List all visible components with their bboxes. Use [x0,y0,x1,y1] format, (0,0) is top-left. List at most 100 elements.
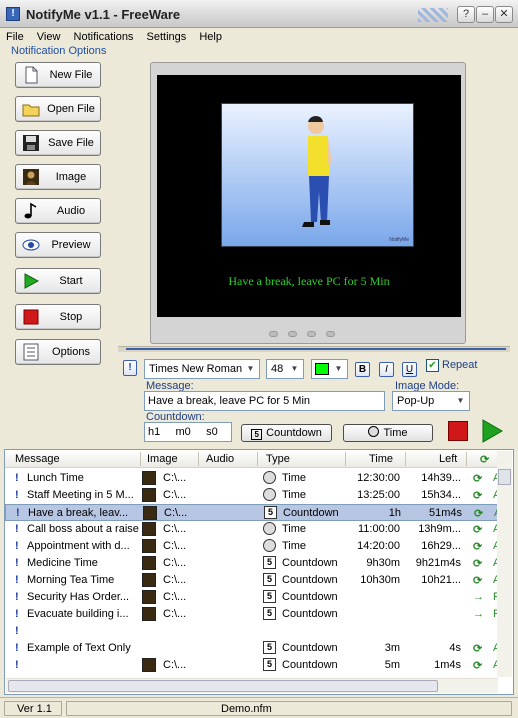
menu-file[interactable]: File [2,28,28,46]
cell-time: 5m [384,659,400,671]
cell-type: Countdown [282,591,338,603]
bang-icon: ! [15,472,19,484]
italic-button[interactable]: I [379,362,394,377]
help-window-button[interactable]: ? [457,6,475,23]
preview-button[interactable]: Preview [15,232,101,258]
menu-view[interactable]: View [33,28,65,46]
countdown-icon: 5 [263,556,276,569]
cell-image: C:\... [163,472,187,484]
chevron-down-icon: ▼ [334,364,343,373]
cell-message: Call boss about a raise [27,523,139,535]
countdown-input[interactable]: h1 m0 s0 [144,422,232,442]
table-row[interactable]: ! Have a break, leav... C:\... Countdown 1h 5… [5,504,501,521]
cell-time: 11:00:00 [357,523,400,535]
cell-message: Security Has Order... [27,591,130,603]
repeat-icon: ⟳ [473,473,483,485]
options-button[interactable]: Options [15,339,101,365]
header-message[interactable]: Message [15,453,60,465]
stop-button[interactable]: Stop [15,304,101,330]
open-file-button[interactable]: Open File [15,96,101,122]
header-audio[interactable]: Audio [206,453,234,465]
countdown-button[interactable]: 5 Countdown [241,424,332,442]
table-row[interactable]: !Example of Text OnlyCountdown3m4sA5⟳ [5,640,500,657]
table-row[interactable]: ! Staff Meeting in 5 M... C:\... Time 13:25:… [5,487,500,504]
header-time[interactable]: Time [369,453,393,465]
menu-settings[interactable]: Settings [143,28,191,46]
chevron-down-icon: ▼ [456,396,465,405]
countdown-icon: 5 [264,506,277,519]
vertical-scrollbar[interactable] [497,451,512,677]
stop-notification-button[interactable] [448,421,468,441]
status-file-panel: Demo.nfm [66,701,512,716]
open-file-label: Open File [47,103,95,115]
cell-left: 13h9m... [418,523,461,535]
sidebar: New File Open File Save File Image Audio… [5,57,115,444]
menu-help[interactable]: Help [195,28,226,46]
new-file-label: New File [49,69,93,81]
cell-message: Example of Text Only [27,642,131,654]
header-refresh-icon[interactable]: ⟳ [480,453,489,466]
header-image[interactable]: Image [147,453,178,465]
close-button[interactable]: ✕ [495,6,513,23]
status-version-panel: Ver 1.1 [4,701,62,716]
message-input[interactable]: Have a break, leave PC for 5 Min [144,391,385,411]
bang-icon: ! [15,625,19,637]
start-button[interactable]: Start [15,268,101,294]
image-button[interactable]: Image [15,164,101,190]
table-row[interactable]: ! [5,623,499,640]
cell-image: C:\... [163,489,187,501]
horizontal-scroll-thumb[interactable] [8,680,438,692]
splitter[interactable] [118,346,510,352]
audio-button[interactable]: Audio [15,198,101,224]
horizontal-scrollbar[interactable] [6,678,498,693]
image-mode-select[interactable]: Pop-Up ▼ [392,391,470,411]
repeat-checkbox[interactable]: ✔ [426,359,439,372]
cell-type: Time [282,472,307,484]
repeat-icon: ⟳ [473,575,483,587]
size-select[interactable]: 48 ▼ [266,359,304,379]
repeat-icon: ⟳ [473,643,483,655]
cell-image: C:\... [163,591,187,603]
save-file-button[interactable]: Save File [15,130,101,156]
repeat-label: Repeat [442,359,478,371]
table-row[interactable]: !Security Has Order...C:\...CountdownF5→ [5,589,500,606]
title-bar: ! NotifyMe v1.1 - FreeWare ? – ✕ [0,0,518,28]
play-notification-button[interactable] [480,419,504,443]
chevron-down-icon: ▼ [290,364,299,373]
cell-type: Countdown [282,642,338,654]
cell-message: Have a break, leav... [28,507,129,519]
underline-button[interactable]: U [402,362,417,377]
cell-type: Countdown [282,659,338,671]
notification-table: Message Image Audio Type Time Left ⟳ ! Lu… [4,449,514,695]
new-file-button[interactable]: New File [15,62,101,88]
preview-image: NotifyMe [221,103,414,247]
header-type[interactable]: Type [266,453,290,465]
repeat-icon: ⟳ [473,660,483,672]
table-row[interactable]: ! Morning Tea Time C:\... Countdown 10h30m 10… [5,572,500,589]
table-row[interactable]: ! Call boss about a raise C:\... Time 11:00:… [5,521,500,538]
cell-type: Countdown [282,608,338,620]
bold-button[interactable]: B [355,362,370,377]
color-select[interactable]: ▼ [311,359,348,379]
table-row[interactable]: ! Appointment with d... C:\... Time 14:20:00… [5,538,500,555]
play-icon [24,273,40,289]
image-thumbnail-icon [143,506,157,520]
time-button[interactable]: Time [343,424,433,442]
font-select[interactable]: Times New Roman ▼ [144,359,260,379]
preview-screen: NotifyMe Have a break, leave PC for 5 Mi… [157,75,461,317]
cell-left: 15h34... [421,489,461,501]
cell-message: Medicine Time [27,557,98,569]
header-left[interactable]: Left [439,453,457,465]
minimize-button[interactable]: – [476,6,494,23]
watermark-logo: NotifyMe [389,237,409,243]
preview-message: Have a break, leave PC for 5 Min [228,274,390,288]
table-row[interactable]: ! Medicine Time C:\... Countdown 9h30m 9h21m4… [5,555,500,572]
menu-notifications[interactable]: Notifications [70,28,138,46]
table-row[interactable]: !Lunch TimeC:\...Time12:30:0014h39...A⟳ [5,470,500,487]
vertical-scroll-thumb[interactable] [498,469,511,485]
size-value: 48 [271,363,284,375]
bang-icon: ! [15,557,19,569]
table-row[interactable]: !C:\...Countdown5m1m4sA5⟳ [5,657,500,674]
table-row[interactable]: !Evacuate building i...C:\...CountdownF5… [5,606,500,623]
bang-icon: ! [15,659,19,671]
